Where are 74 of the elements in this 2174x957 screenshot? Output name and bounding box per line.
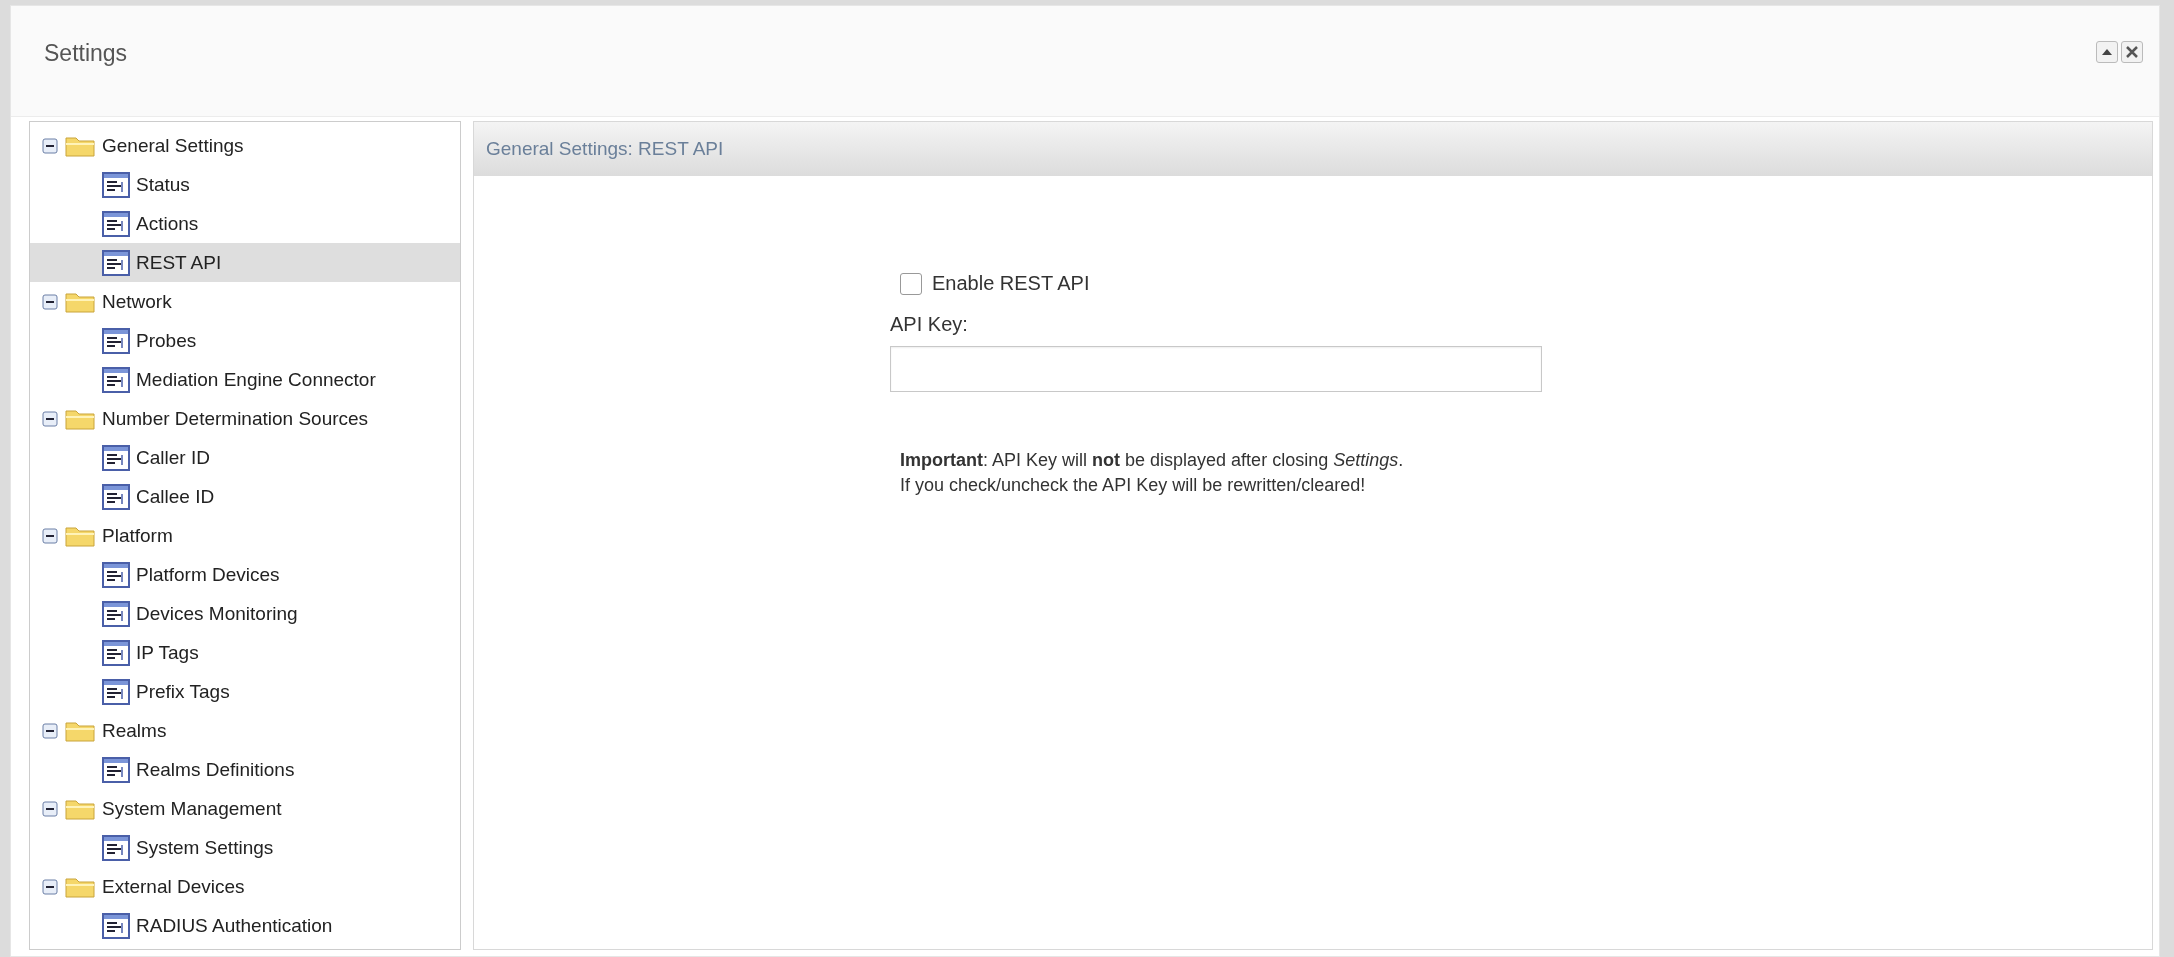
folder-label: External Devices: [102, 875, 245, 898]
item-label: System Settings: [136, 836, 274, 859]
tree-folder[interactable]: Platform: [30, 516, 460, 555]
item-label: Status: [136, 173, 190, 196]
item-label: Callee ID: [136, 485, 215, 508]
list-icon: [102, 834, 130, 861]
tree-folder[interactable]: System Management: [30, 789, 460, 828]
list-icon: [102, 171, 130, 198]
list-icon: [102, 561, 130, 588]
item-label: Actions: [136, 212, 199, 235]
collapse-icon[interactable]: [42, 800, 58, 817]
tree-folder[interactable]: Number Determination Sources: [30, 399, 460, 438]
folder-label: General Settings: [102, 134, 244, 157]
folder-label: System Management: [102, 797, 282, 820]
folder-label: Platform: [102, 524, 173, 547]
tree-item[interactable]: REST API: [30, 243, 460, 282]
tree-item[interactable]: RADIUS Authentication: [30, 906, 460, 945]
list-icon: [102, 327, 130, 354]
item-label: Mediation Engine Connector: [136, 368, 376, 391]
item-label: REST API: [136, 251, 222, 274]
collapse-icon[interactable]: [42, 878, 58, 895]
note-text: Important: API Key will not be displayed after closing Settings.: [900, 449, 1405, 472]
list-icon: [102, 483, 130, 510]
tree-item[interactable]: Status: [30, 165, 460, 204]
list-icon: [102, 366, 130, 393]
tree-folder[interactable]: Realms: [30, 711, 460, 750]
list-icon: [102, 210, 130, 237]
list-icon: [102, 756, 130, 783]
tree-item[interactable]: Probes: [30, 321, 460, 360]
tree-folder[interactable]: General Settings: [30, 126, 460, 165]
collapse-icon[interactable]: [42, 137, 58, 154]
checkbox[interactable]: [900, 272, 922, 295]
note-text: If you check/uncheck the API Key will be rewritten/cleared!: [900, 474, 1367, 497]
folder-label: Number Determination Sources: [102, 407, 369, 430]
close-icon: [2125, 45, 2139, 59]
collapse-icon[interactable]: [42, 722, 58, 739]
tree-item[interactable]: Realms Definitions: [30, 750, 460, 789]
collapse-icon[interactable]: [42, 527, 58, 544]
item-label: Caller ID: [136, 446, 210, 469]
list-icon: [102, 678, 130, 705]
item-label: Probes: [136, 329, 197, 352]
tree-item[interactable]: Mediation Engine Connector: [30, 360, 460, 399]
folder-label: Network: [102, 290, 172, 313]
item-label: Devices Monitoring: [136, 602, 298, 625]
field-label: API Key:: [890, 313, 969, 336]
list-icon: [102, 444, 130, 471]
collapse-icon[interactable]: [42, 410, 58, 427]
tree-item[interactable]: Devices Monitoring: [30, 594, 460, 633]
item-label: IP Tags: [136, 641, 199, 664]
collapse-icon[interactable]: [42, 293, 58, 310]
item-label: Platform Devices: [136, 563, 280, 586]
tree-folder[interactable]: External Devices: [30, 867, 460, 906]
api-key-field[interactable]: [890, 346, 1542, 392]
tree-item[interactable]: Platform Devices: [30, 555, 460, 594]
tree-folder[interactable]: Network: [30, 282, 460, 321]
list-icon: [102, 249, 130, 276]
tree-item[interactable]: Callee ID: [30, 477, 460, 516]
list-icon: [102, 600, 130, 627]
close-button[interactable]: [2121, 41, 2143, 63]
window-title: Settings: [44, 39, 128, 67]
panel-header: General Settings: REST API: [474, 122, 2152, 176]
list-icon: [102, 912, 130, 939]
collapse-button[interactable]: [2096, 41, 2118, 63]
item-label: Prefix Tags: [136, 680, 230, 703]
tree-item[interactable]: Actions: [30, 204, 460, 243]
list-icon: [102, 639, 130, 666]
checkbox-label: Enable REST API: [932, 272, 1090, 295]
tree-item[interactable]: Prefix Tags: [30, 672, 460, 711]
tree-item[interactable]: IP Tags: [30, 633, 460, 672]
item-label: Realms Definitions: [136, 758, 295, 781]
tree-item[interactable]: System Settings: [30, 828, 460, 867]
item-label: RADIUS Authentication: [136, 914, 333, 937]
folder-label: Realms: [102, 719, 167, 742]
tree-item[interactable]: Caller ID: [30, 438, 460, 477]
